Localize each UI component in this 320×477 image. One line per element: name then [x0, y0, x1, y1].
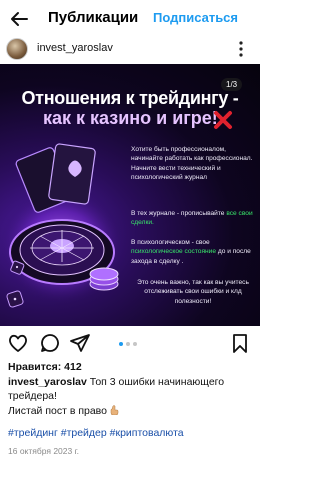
post-paragraph-4: Это очень важно, так как вы учитесь отсл…	[137, 279, 249, 305]
red-cross-icon	[214, 111, 232, 129]
page-title: Публикации	[48, 9, 139, 26]
post-author-row: invest_yaroslav	[0, 36, 260, 62]
carousel-indicator	[119, 342, 137, 346]
back-arrow-icon[interactable]	[9, 9, 29, 29]
post-caption: invest_yaroslav Топ 3 ошибки начинающего…	[8, 375, 248, 403]
post-date: 16 октября 2023 г.	[8, 446, 80, 456]
more-options-icon[interactable]	[236, 39, 246, 59]
post-hashtags[interactable]: #трейдинг #трейдер #криптовалюта	[8, 427, 184, 439]
casino-roulette-illustration	[0, 143, 124, 308]
likes-number: 412	[64, 361, 82, 373]
share-icon[interactable]	[69, 332, 91, 354]
caption-line-2-text: Листай пост в право	[8, 405, 107, 417]
post-image[interactable]: 1/3 Отношения к трейдингу - как к казино…	[0, 64, 260, 326]
post-paragraph-3: В психологическом - свое психологическое…	[131, 238, 255, 266]
carousel-dot-active	[119, 342, 123, 346]
caption-line-2: Листай пост в право	[8, 405, 119, 417]
post-headline-line1: Отношения к трейдингу -	[21, 88, 239, 108]
avatar[interactable]	[6, 38, 28, 60]
heart-icon[interactable]	[7, 332, 29, 354]
post-paragraph-2-text: В тех журнале - прописывайте	[131, 210, 225, 217]
comment-icon[interactable]	[39, 332, 61, 354]
top-bar: Публикации Подписаться	[0, 0, 260, 36]
post-paragraph-1: Хотите быть профессионалом, начинайте ра…	[131, 146, 253, 182]
post-paragraph-3-text: В психологическом - свое	[131, 239, 210, 246]
carousel-dot	[133, 342, 137, 346]
carousel-dot	[126, 342, 130, 346]
likes-count[interactable]: Нравится: 412	[8, 361, 82, 373]
post-paragraph-3-accent: психологическое состояние	[131, 248, 217, 256]
bookmark-icon[interactable]	[229, 332, 251, 354]
caption-username[interactable]: invest_yaroslav	[8, 376, 87, 388]
likes-label: Нравится:	[8, 361, 62, 373]
author-username[interactable]: invest_yaroslav	[37, 42, 113, 54]
post-paragraph-2: В тех журнале - прописывайте все свои сд…	[131, 209, 255, 228]
post-headline-line2: как к казино и игре!	[43, 108, 218, 128]
subscribe-button[interactable]: Подписаться	[153, 10, 238, 25]
pointing-hand-emoji-icon	[110, 405, 119, 415]
